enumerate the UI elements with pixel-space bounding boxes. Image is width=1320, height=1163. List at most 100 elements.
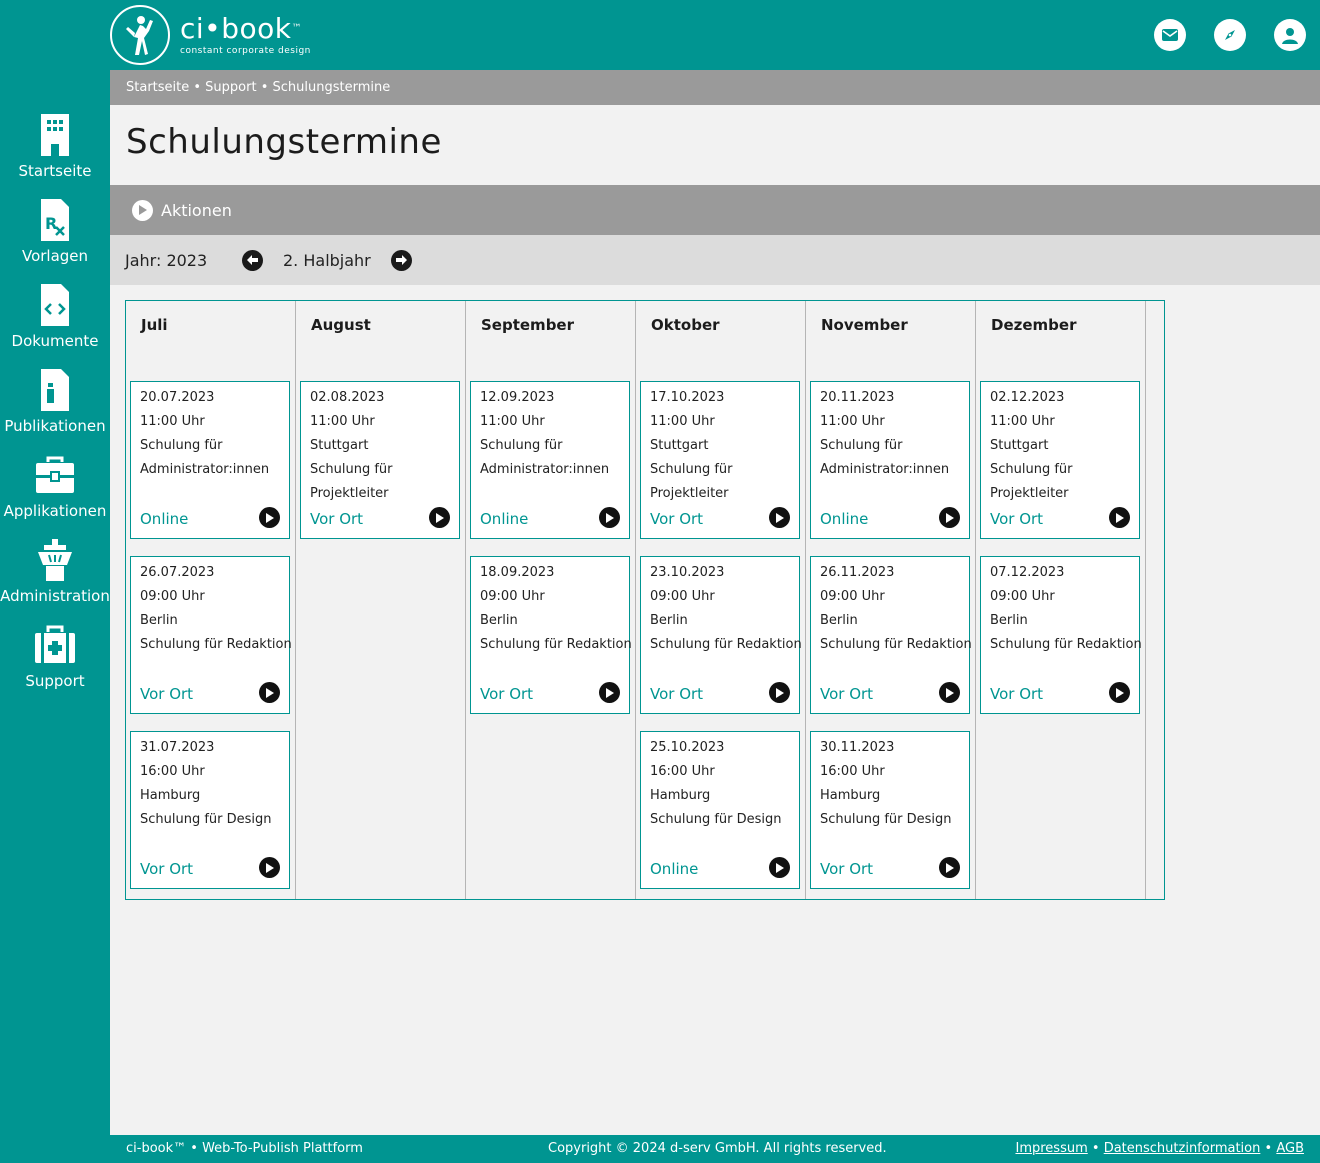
half-year-label: 2. Halbjahr bbox=[283, 250, 371, 270]
mail-icon[interactable] bbox=[1154, 19, 1186, 51]
event-detail: Administrator:innen bbox=[140, 462, 270, 477]
event-detail: Stuttgart bbox=[650, 438, 709, 453]
event-card[interactable]: 02.08.2023 11:00 Uhr Stuttgart Schulung für… bbox=[300, 381, 460, 539]
actions-label: Aktionen bbox=[161, 200, 232, 220]
event-date: 20.11.2023 bbox=[820, 390, 895, 405]
sidebar-item-publikationen[interactable]: Publikationen bbox=[0, 369, 110, 435]
play-icon[interactable] bbox=[769, 507, 790, 528]
event-type: Vor Ort bbox=[140, 860, 194, 878]
event-date: 31.07.2023 bbox=[140, 740, 215, 755]
event-type: Vor Ort bbox=[990, 685, 1044, 703]
compass-icon[interactable] bbox=[1214, 19, 1246, 51]
play-icon bbox=[132, 199, 153, 221]
play-icon[interactable] bbox=[599, 682, 620, 703]
breadcrumb[interactable]: Startseite • Support • Schulungstermine bbox=[110, 70, 1320, 105]
event-date: 30.11.2023 bbox=[820, 740, 895, 755]
event-detail: Berlin bbox=[480, 613, 518, 628]
impressum-link[interactable]: Impressum bbox=[1015, 1141, 1087, 1156]
logo[interactable]: ci•book™ constant corporate design bbox=[110, 5, 311, 65]
event-time: 09:00 Uhr bbox=[650, 589, 715, 604]
event-detail: Berlin bbox=[650, 613, 688, 628]
page-title: Schulungstermine bbox=[126, 122, 442, 162]
code-document-icon bbox=[41, 284, 69, 326]
footer-separator: • bbox=[1091, 1141, 1100, 1156]
datenschutz-link[interactable]: Datenschutzinformation bbox=[1104, 1141, 1261, 1156]
event-date: 26.07.2023 bbox=[140, 565, 215, 580]
actions-toggle[interactable]: Aktionen bbox=[110, 185, 1320, 235]
play-icon[interactable] bbox=[429, 507, 450, 528]
play-icon[interactable] bbox=[1109, 682, 1130, 703]
play-icon[interactable] bbox=[259, 682, 280, 703]
event-detail: Schulung für Redaktion bbox=[990, 637, 1142, 652]
sidebar-item-support[interactable]: Support bbox=[0, 624, 110, 690]
event-time: 16:00 Uhr bbox=[140, 764, 205, 779]
event-detail: Schulung für bbox=[140, 438, 223, 453]
month-header: September bbox=[481, 316, 574, 334]
event-detail: Schulung für Design bbox=[140, 812, 272, 827]
event-card[interactable]: 17.10.2023 11:00 Uhr Stuttgart Schulung für… bbox=[640, 381, 800, 539]
event-detail: Berlin bbox=[820, 613, 858, 628]
month-column: Oktober 17.10.2023 11:00 Uhr Stuttgart Schul… bbox=[636, 301, 806, 899]
play-icon[interactable] bbox=[259, 857, 280, 878]
event-time: 16:00 Uhr bbox=[820, 764, 885, 779]
play-icon[interactable] bbox=[599, 507, 620, 528]
event-card[interactable]: 18.09.2023 09:00 Uhr Berlin Schulung für Re… bbox=[470, 556, 632, 714]
user-icon[interactable] bbox=[1274, 19, 1306, 51]
event-type: Vor Ort bbox=[310, 510, 364, 528]
sidebar: Startseite R Vorlagen Dokumente Publikat… bbox=[0, 70, 110, 1163]
event-type: Vor Ort bbox=[820, 860, 874, 878]
event-card[interactable]: 07.12.2023 09:00 Uhr Berlin Schulung für Re… bbox=[980, 556, 1142, 714]
sidebar-item-vorlagen[interactable]: R Vorlagen bbox=[0, 199, 110, 265]
event-detail: Administrator:innen bbox=[820, 462, 950, 477]
event-card[interactable]: 20.07.2023 11:00 Uhr Schulung für Administr… bbox=[130, 381, 290, 539]
event-detail: Projektleiter bbox=[990, 486, 1069, 501]
event-time: 09:00 Uhr bbox=[480, 589, 545, 604]
year-label: Jahr: 2023 bbox=[125, 250, 208, 270]
sidebar-item-applikationen[interactable]: Applikationen bbox=[0, 454, 110, 520]
event-time: 11:00 Uhr bbox=[650, 414, 715, 429]
next-period-button[interactable] bbox=[390, 249, 412, 271]
sidebar-item-label: Vorlagen bbox=[21, 247, 89, 265]
event-card[interactable]: 20.11.2023 11:00 Uhr Schulung für Administr… bbox=[810, 381, 970, 539]
event-detail: Administrator:innen bbox=[480, 462, 610, 477]
sidebar-item-administration[interactable]: Administration bbox=[0, 539, 110, 605]
sidebar-item-startseite[interactable]: Startseite bbox=[0, 114, 110, 180]
play-icon[interactable] bbox=[259, 507, 280, 528]
event-type: Vor Ort bbox=[140, 685, 194, 703]
play-icon[interactable] bbox=[769, 857, 790, 878]
svg-text:R: R bbox=[45, 214, 57, 233]
event-card[interactable]: 26.07.2023 09:00 Uhr Berlin Schulung für Re… bbox=[130, 556, 292, 714]
sidebar-item-label: Support bbox=[25, 672, 85, 690]
event-card[interactable]: 30.11.2023 16:00 Uhr Hamburg Schulung für D… bbox=[810, 731, 970, 889]
event-card[interactable]: 25.10.2023 16:00 Uhr Hamburg Schulung für D… bbox=[640, 731, 800, 889]
event-time: 11:00 Uhr bbox=[140, 414, 205, 429]
sidebar-item-dokumente[interactable]: Dokumente bbox=[0, 284, 110, 350]
bottle-document-icon bbox=[41, 369, 69, 411]
event-detail: Projektleiter bbox=[310, 486, 389, 501]
play-icon[interactable] bbox=[939, 682, 960, 703]
footer-product: ci-book™ • Web-To-Publish Plattform bbox=[126, 1141, 363, 1156]
event-date: 02.12.2023 bbox=[990, 390, 1065, 405]
event-detail: Schulung für bbox=[820, 438, 903, 453]
event-card[interactable]: 23.10.2023 09:00 Uhr Berlin Schulung für Re… bbox=[640, 556, 802, 714]
play-icon[interactable] bbox=[769, 682, 790, 703]
event-time: 11:00 Uhr bbox=[480, 414, 545, 429]
footer-copyright: Copyright © 2024 d-serv GmbH. All rights… bbox=[548, 1141, 887, 1156]
event-type: Online bbox=[480, 510, 529, 528]
event-card[interactable]: 02.12.2023 11:00 Uhr Stuttgart Schulung für… bbox=[980, 381, 1140, 539]
event-card[interactable]: 12.09.2023 11:00 Uhr Schulung für Administr… bbox=[470, 381, 630, 539]
event-time: 09:00 Uhr bbox=[140, 589, 205, 604]
agb-link[interactable]: AGB bbox=[1276, 1141, 1304, 1156]
first-aid-kit-icon bbox=[35, 625, 75, 663]
event-card[interactable]: 26.11.2023 09:00 Uhr Berlin Schulung für Re… bbox=[810, 556, 972, 714]
play-icon[interactable] bbox=[1109, 507, 1130, 528]
toolbox-icon bbox=[36, 456, 74, 493]
month-column: November 20.11.2023 11:00 Uhr Schulung für A… bbox=[806, 301, 976, 899]
previous-period-button[interactable] bbox=[242, 249, 263, 271]
play-icon[interactable] bbox=[939, 857, 960, 878]
sidebar-item-label: Publikationen bbox=[4, 417, 106, 435]
play-icon[interactable] bbox=[939, 507, 960, 528]
event-card[interactable]: 31.07.2023 16:00 Uhr Hamburg Schulung für D… bbox=[130, 731, 290, 889]
month-column: August 02.08.2023 11:00 Uhr Stuttgart Schulu… bbox=[296, 301, 466, 899]
event-date: 12.09.2023 bbox=[480, 390, 555, 405]
